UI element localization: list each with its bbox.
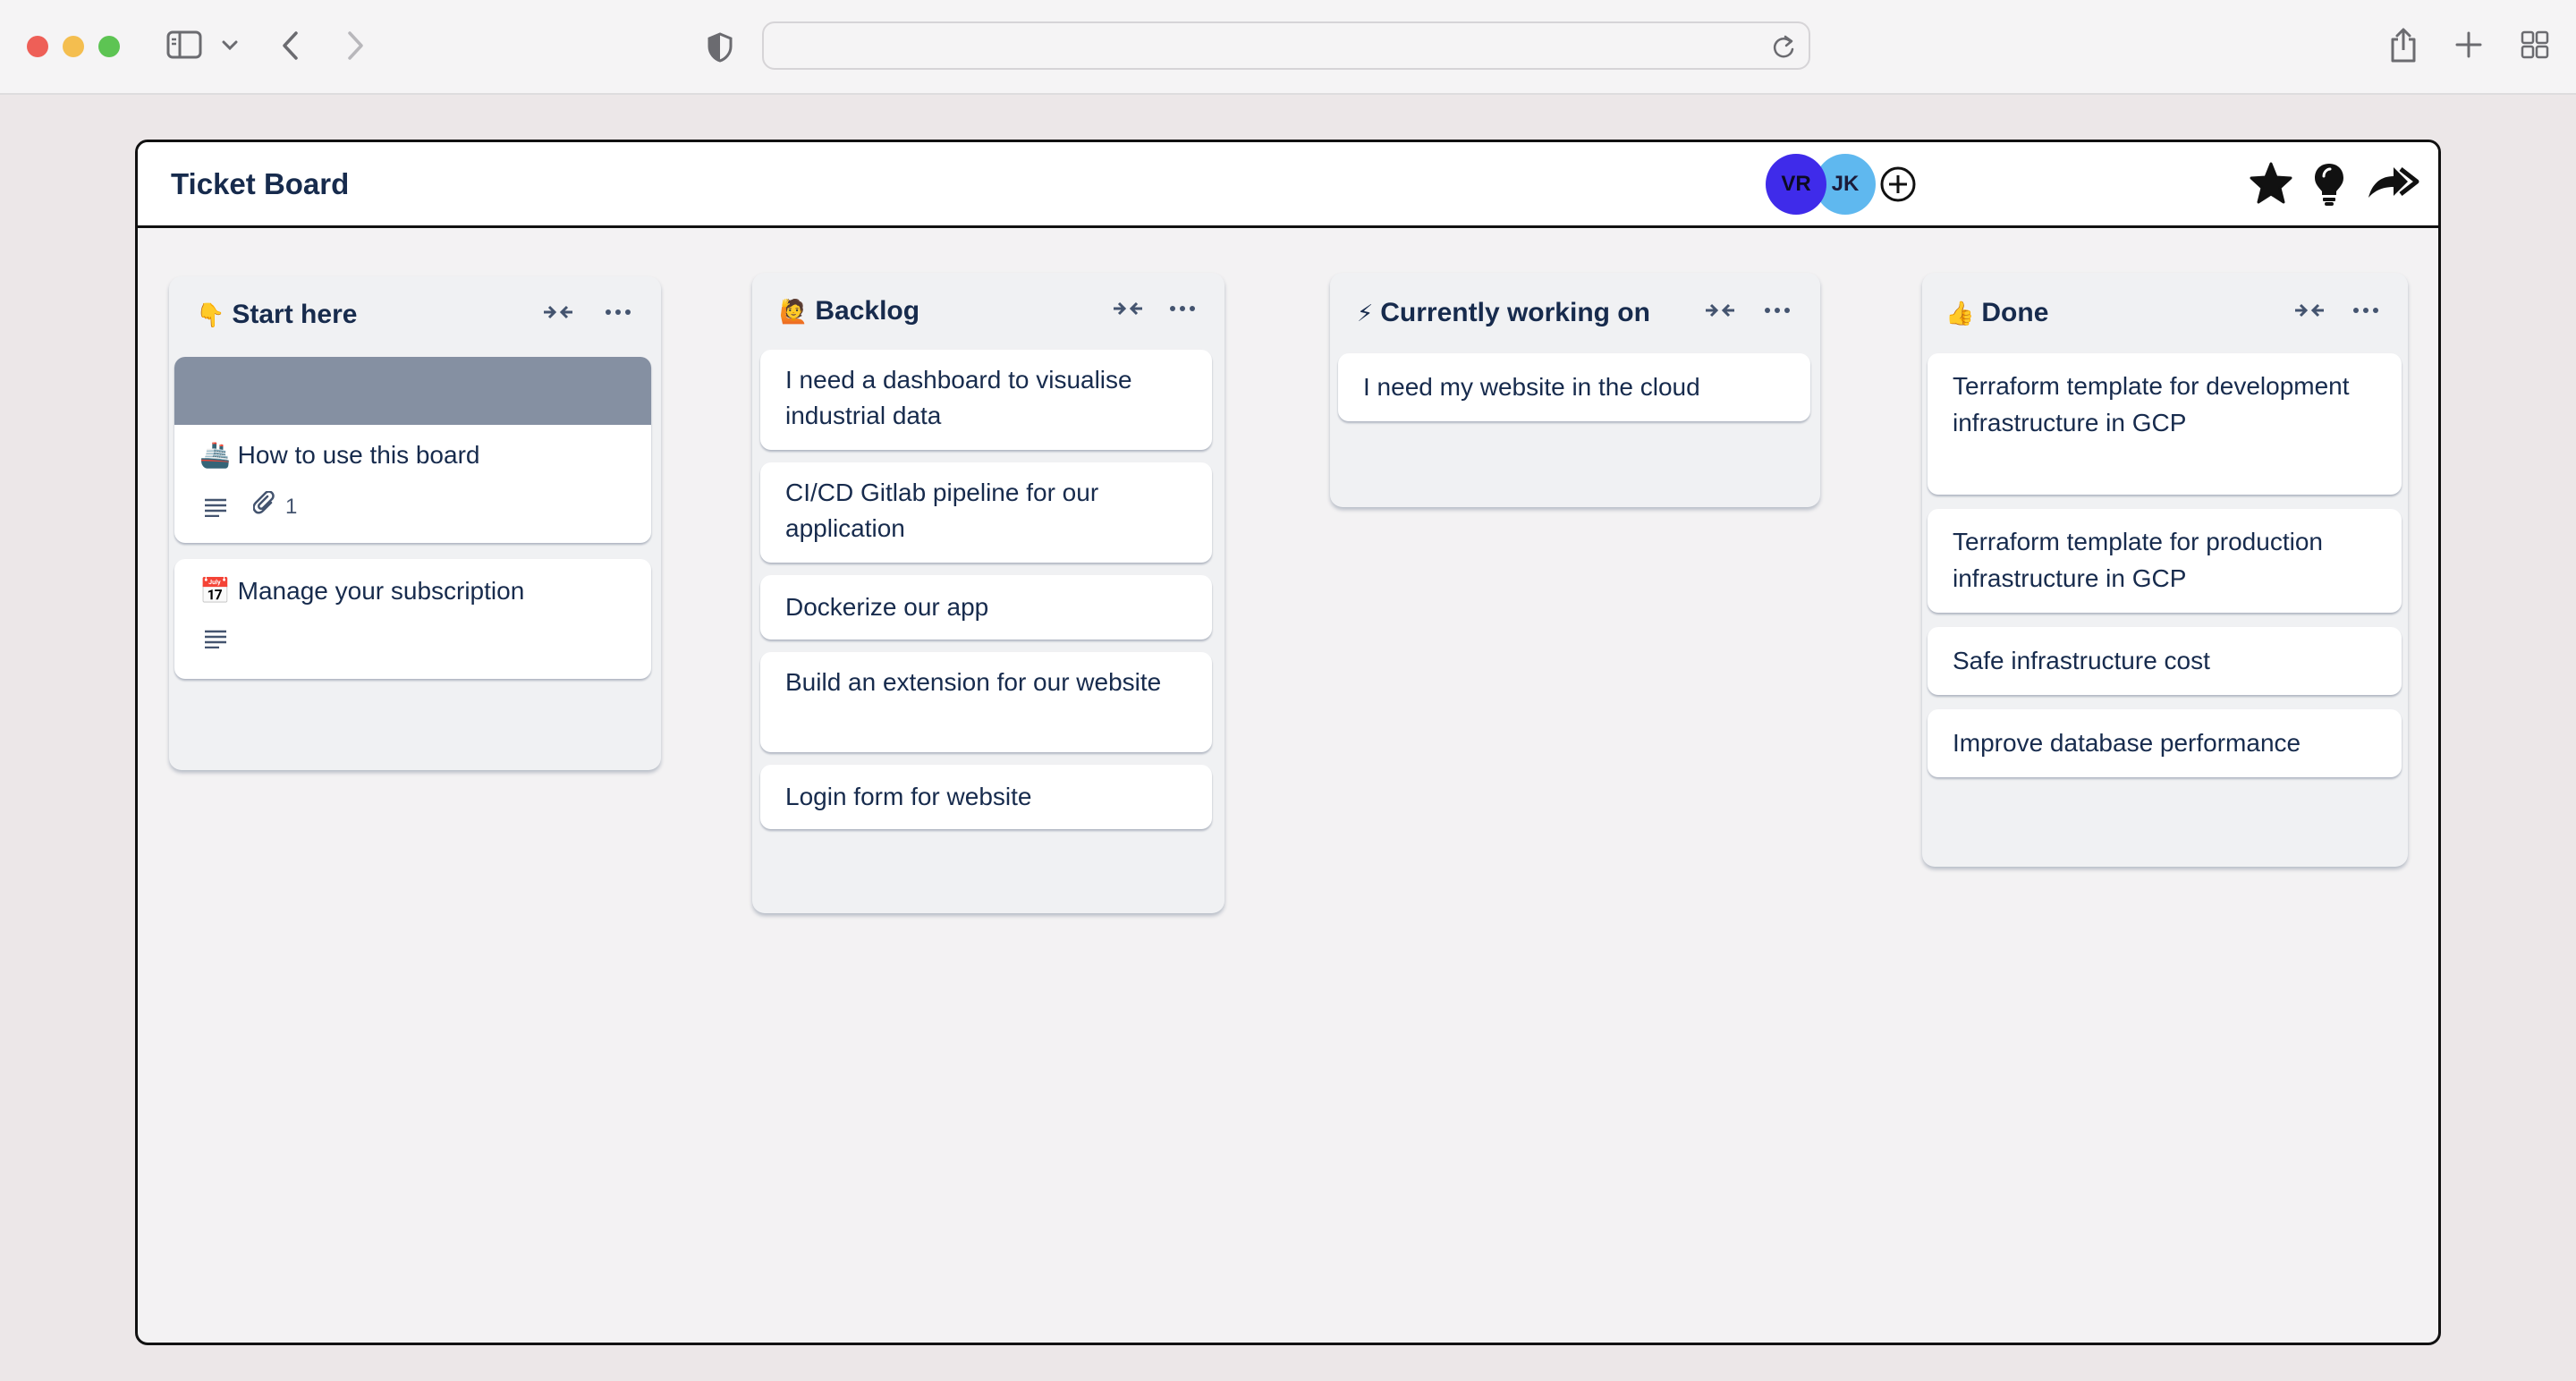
list-title[interactable]: 🙋 Backlog	[779, 296, 919, 326]
reload-icon[interactable]	[1771, 34, 1796, 61]
card-badges	[203, 629, 228, 648]
sidebar-toggle-icon[interactable]	[166, 30, 202, 61]
collapse-icon[interactable]	[542, 301, 574, 327]
new-tab-icon[interactable]	[2454, 30, 2483, 59]
list-title-text: Done	[1981, 298, 2049, 327]
card[interactable]: 📅 Manage your subscription	[174, 559, 651, 679]
attachment-count: 1	[285, 494, 298, 519]
card[interactable]: Improve database performance	[1928, 709, 2402, 777]
card-title: Terraform template for production infras…	[1953, 528, 2323, 592]
lightbulb-icon[interactable]	[2313, 162, 2345, 211]
board-window: Ticket Board VR JK 👇 Start here 🚢 How to…	[135, 140, 2441, 1345]
list-title[interactable]: ⚡ Currently working on	[1357, 298, 1650, 328]
list-currently-working-on: ⚡ Currently working on I need my website …	[1330, 273, 1820, 507]
shield-icon[interactable]	[707, 32, 733, 63]
maximize-window-button[interactable]	[98, 36, 120, 57]
list-emoji: 🙋	[779, 298, 809, 325]
paperclip-icon	[252, 490, 276, 522]
star-icon[interactable]	[2249, 162, 2293, 209]
card[interactable]: Terraform template for production infras…	[1928, 509, 2402, 613]
card[interactable]: I need a dashboard to visualise industri…	[760, 350, 1212, 450]
collapse-icon[interactable]	[1112, 298, 1144, 324]
card-title: Login form for website	[785, 783, 1032, 810]
board-header: Ticket Board VR JK	[138, 142, 2438, 228]
card-title: Improve database performance	[1953, 729, 2301, 757]
list-backlog: 🙋 Backlog I need a dashboard to visualise…	[752, 273, 1224, 913]
share-forward-icon[interactable]	[2367, 165, 2420, 206]
forward-icon[interactable]	[345, 30, 365, 61]
list-title[interactable]: 👇 Start here	[196, 300, 357, 330]
card-title: CI/CD Gitlab pipeline for our applicatio…	[785, 479, 1099, 542]
card[interactable]: I need my website in the cloud	[1338, 353, 1810, 421]
list-header: 🙋 Backlog	[752, 273, 1224, 344]
card[interactable]: Dockerize our app	[760, 575, 1212, 640]
list-header: 👍 Done	[1922, 273, 2408, 344]
card-emoji: 📅	[199, 577, 231, 605]
list-header: ⚡ Currently working on	[1330, 273, 1820, 344]
list-title-text: Currently working on	[1380, 298, 1650, 327]
close-window-button[interactable]	[27, 36, 48, 57]
attachment-badge: 1	[252, 490, 298, 522]
browser-toolbar	[0, 0, 2576, 95]
card-title: Terraform template for development infra…	[1953, 372, 2350, 436]
more-options-icon[interactable]	[605, 301, 631, 327]
more-options-icon[interactable]	[1764, 300, 1791, 326]
card-title: Dockerize our app	[785, 593, 989, 621]
board-title: Ticket Board	[171, 167, 350, 200]
chevron-down-icon[interactable]	[222, 39, 238, 52]
collapse-icon[interactable]	[2293, 300, 2326, 326]
list-header: 👇 Start here	[169, 276, 661, 348]
more-options-icon[interactable]	[1169, 298, 1196, 324]
card-title: 🚢 How to use this board	[199, 437, 626, 473]
list-emoji: ⚡	[1357, 300, 1374, 326]
list-title-text: Start here	[232, 300, 358, 329]
minimize-window-button[interactable]	[63, 36, 84, 57]
card-title: I need my website in the cloud	[1363, 373, 1700, 401]
add-member-icon[interactable]	[1879, 165, 1917, 208]
card[interactable]: Safe infrastructure cost	[1928, 627, 2402, 695]
list-emoji: 👇	[196, 301, 225, 328]
back-icon[interactable]	[281, 30, 301, 61]
card-title: Safe infrastructure cost	[1953, 647, 2210, 674]
list-title-text: Backlog	[815, 296, 920, 326]
card-badges: 1	[203, 490, 298, 522]
list-start-here: 👇 Start here 🚢 How to use this board 1 📅…	[169, 276, 661, 770]
share-icon[interactable]	[2388, 27, 2419, 64]
card[interactable]: Login form for website	[760, 765, 1212, 829]
card[interactable]: CI/CD Gitlab pipeline for our applicatio…	[760, 462, 1212, 563]
list-done: 👍 Done Terraform template for development…	[1922, 273, 2408, 867]
description-icon	[203, 497, 228, 517]
card-title-text: How to use this board	[237, 441, 480, 469]
list-emoji: 👍	[1945, 300, 1975, 326]
card[interactable]: Terraform template for development infra…	[1928, 353, 2402, 495]
card-title: I need a dashboard to visualise industri…	[785, 366, 1132, 429]
description-icon	[203, 629, 228, 648]
list-title[interactable]: 👍 Done	[1945, 298, 2048, 328]
card[interactable]: 🚢 How to use this board 1	[174, 357, 651, 543]
card-emoji: 🚢	[199, 441, 231, 469]
tab-overview-icon[interactable]	[2521, 30, 2549, 59]
card-title-text: Manage your subscription	[237, 577, 525, 605]
more-options-icon[interactable]	[2352, 300, 2379, 326]
address-bar[interactable]	[762, 21, 1810, 70]
card-cover	[174, 357, 651, 425]
collapse-icon[interactable]	[1704, 300, 1736, 326]
card-title: Build an extension for our website	[785, 668, 1162, 696]
avatar[interactable]: VR	[1766, 154, 1826, 215]
card-title: 📅 Manage your subscription	[199, 573, 626, 609]
card[interactable]: Build an extension for our website	[760, 652, 1212, 752]
